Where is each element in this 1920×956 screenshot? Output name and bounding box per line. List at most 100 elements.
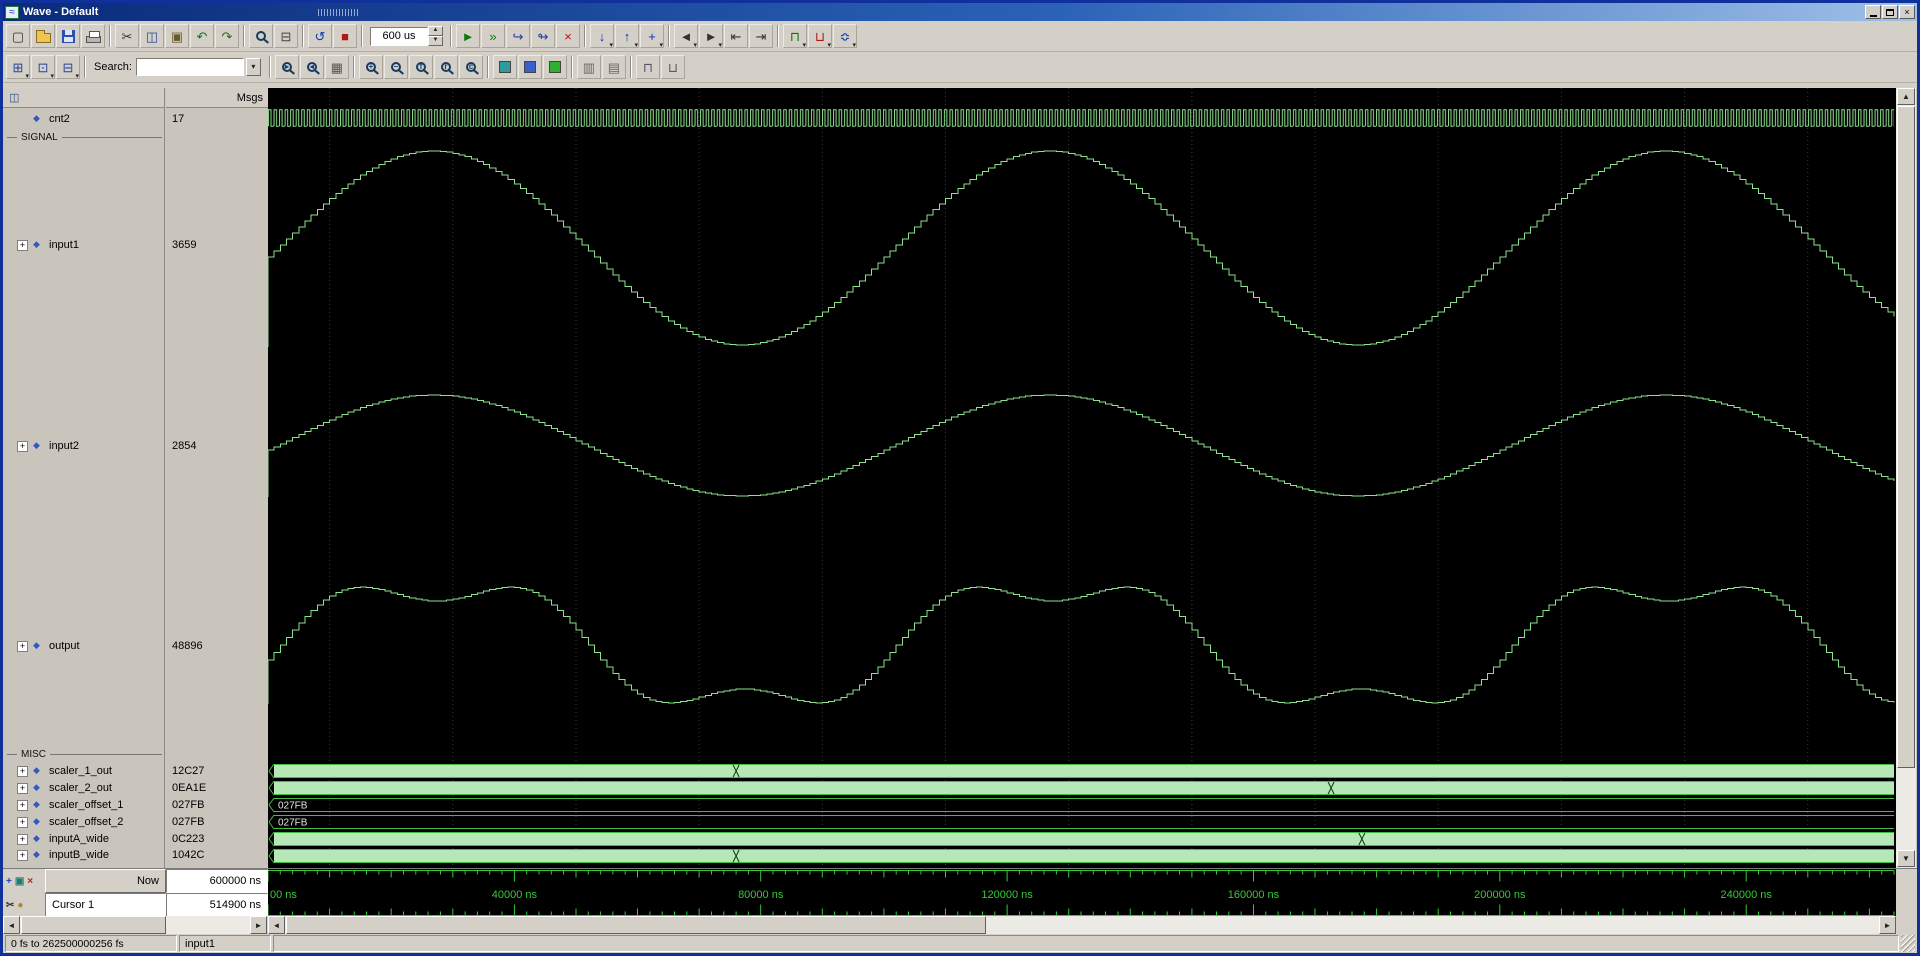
stop-simulation-button[interactable]: ■	[333, 24, 357, 48]
expand-scaler_1_out-button[interactable]: +	[17, 766, 28, 777]
scroll-left-icon[interactable]: ◄	[3, 916, 20, 934]
remove-mode-button[interactable]: ⊟	[56, 55, 80, 79]
cursor1-value[interactable]: 514900 ns	[166, 893, 268, 917]
edge-left-button[interactable]: ⊓	[636, 55, 660, 79]
signal-row-scaler_2_out[interactable]: +◆scaler_2_out	[3, 780, 164, 797]
redo-button[interactable]: ↷	[215, 24, 239, 48]
add-to-wave-button[interactable]: ⊞	[6, 55, 30, 79]
signal-row-input1[interactable]: +◆input1	[3, 237, 164, 254]
zoom-in-button[interactable]: +	[359, 55, 383, 79]
resize-grip[interactable]	[1901, 935, 1915, 952]
select-cursor-icon[interactable]: ▣	[15, 876, 24, 887]
expand-scaler_offset_2-button[interactable]: +	[17, 817, 28, 828]
cut-button[interactable]: ✂	[115, 24, 139, 48]
wave-cnt2[interactable]	[268, 109, 1894, 127]
zoom-cursor-button[interactable]: c	[459, 55, 483, 79]
signal-value-scaler_1_out[interactable]: 12C27	[172, 763, 267, 780]
pane-view-teal-button[interactable]	[493, 55, 517, 79]
paste-button[interactable]: ▣	[165, 24, 189, 48]
maximize-button[interactable]	[1882, 5, 1898, 19]
wave-scroll-thumb[interactable]	[286, 916, 986, 934]
titlebar[interactable]: ≈ Wave - Default ×	[3, 3, 1917, 21]
expand-input1-button[interactable]: +	[17, 240, 28, 251]
pane-view-blue-button[interactable]	[518, 55, 542, 79]
wave-scaler_2_out[interactable]	[269, 781, 1894, 795]
pane-view-green-button[interactable]	[543, 55, 567, 79]
signal-value-inputA_wide[interactable]: 0C223	[172, 831, 267, 848]
signal-row-output[interactable]: +◆output	[3, 638, 164, 655]
continue-run-button[interactable]: »	[481, 24, 505, 48]
signal-value-inputB_wide[interactable]: 1042C	[172, 847, 267, 864]
signal-value-cnt2[interactable]: 17	[172, 111, 267, 128]
timeline-ruler[interactable]: 00 ns40000 ns80000 ns120000 ns160000 ns2…	[268, 869, 1896, 917]
add-cursor-icon[interactable]: +	[6, 876, 12, 887]
run-button[interactable]: ►	[456, 24, 480, 48]
search-previous-button[interactable]: ◂	[300, 55, 324, 79]
jump-to-start-button[interactable]: ⇤	[724, 24, 748, 48]
run-length-field[interactable]: 600 us	[370, 27, 428, 46]
run-length-decrement-button[interactable]: ▼	[428, 36, 443, 46]
break-button[interactable]: ×	[556, 24, 580, 48]
signal-value-input2[interactable]: 2854	[172, 438, 267, 455]
names-column-header[interactable]: ◫	[3, 88, 164, 108]
insert-mode-button[interactable]: ⊡	[31, 55, 55, 79]
expand-view-button[interactable]: ▤	[602, 55, 626, 79]
titlebar-drag-handle[interactable]	[318, 9, 358, 16]
waveform-canvas[interactable]: 027FB027FB	[268, 88, 1896, 868]
any-edge-search-button[interactable]: ≎	[833, 24, 857, 48]
zoom-full-button[interactable]: f	[409, 55, 433, 79]
wave-vertical-scrollbar[interactable]: ▲ ▼	[1896, 88, 1916, 868]
run-length-increment-button[interactable]: ▲	[428, 26, 443, 36]
close-button[interactable]: ×	[1899, 5, 1915, 19]
signal-row-cnt2[interactable]: ◆cnt2	[3, 111, 164, 128]
expand-scaler_offset_1-button[interactable]: +	[17, 800, 28, 811]
scroll-right-icon[interactable]: ►	[250, 916, 267, 934]
new-document-button[interactable]: ▢	[6, 24, 30, 48]
previous-transition-button[interactable]: ↓	[590, 24, 614, 48]
search-next-button[interactable]: ▸	[275, 55, 299, 79]
wave-scroll-left-icon[interactable]: ◄	[268, 916, 285, 934]
undo-button[interactable]: ↶	[190, 24, 214, 48]
expand-output-button[interactable]: +	[17, 641, 28, 652]
names-horizontal-scrollbar[interactable]: ◄ ►	[3, 916, 267, 934]
delete-cursor-icon[interactable]: ×	[27, 876, 33, 887]
expand-scaler_2_out-button[interactable]: +	[17, 783, 28, 794]
scroll-up-icon[interactable]: ▲	[1897, 88, 1915, 105]
names-scroll-thumb[interactable]	[21, 916, 166, 934]
lock-cursor-icon[interactable]: ●	[17, 900, 23, 911]
search-options-button[interactable]: ▦	[325, 55, 349, 79]
restart-simulation-button[interactable]: ↺	[308, 24, 332, 48]
signal-row-scaler_offset_1[interactable]: +◆scaler_offset_1	[3, 797, 164, 814]
zoom-out-button[interactable]: −	[384, 55, 408, 79]
grid-settings-button[interactable]: ▥	[577, 55, 601, 79]
expand-input2-button[interactable]: +	[17, 441, 28, 452]
search-reverse-button[interactable]: ◄	[674, 24, 698, 48]
signal-value-input1[interactable]: 3659	[172, 237, 267, 254]
wave-scaler_1_out[interactable]	[269, 764, 1894, 778]
jump-to-end-button[interactable]: ⇥	[749, 24, 773, 48]
minimize-button[interactable]	[1865, 5, 1881, 19]
msgs-column-header[interactable]: Msgs	[166, 88, 269, 108]
rising-edge-search-button[interactable]: ⊓	[783, 24, 807, 48]
scroll-down-icon[interactable]: ▼	[1897, 850, 1915, 867]
copy-button[interactable]: ◫	[140, 24, 164, 48]
signal-row-input2[interactable]: +◆input2	[3, 438, 164, 455]
search-input[interactable]	[136, 58, 244, 76]
search-forward-button[interactable]: ►	[699, 24, 723, 48]
signal-value-scaler_2_out[interactable]: 0EA1E	[172, 780, 267, 797]
expand-inputA_wide-button[interactable]: +	[17, 834, 28, 845]
find-button[interactable]	[249, 24, 273, 48]
wave-inputA_wide[interactable]	[269, 832, 1894, 846]
signal-row-inputB_wide[interactable]: +◆inputB_wide	[3, 847, 164, 864]
signal-row-scaler_offset_2[interactable]: +◆scaler_offset_2	[3, 814, 164, 831]
signal-value-output[interactable]: 48896	[172, 638, 267, 655]
print-button[interactable]	[81, 24, 105, 48]
wave-inputB_wide[interactable]	[269, 849, 1894, 863]
signal-value-scaler_offset_1[interactable]: 027FB	[172, 797, 267, 814]
edge-right-button[interactable]: ⊔	[661, 55, 685, 79]
falling-edge-search-button[interactable]: ⊔	[808, 24, 832, 48]
search-history-dropdown-button[interactable]: ▾	[246, 58, 261, 76]
cursor1-label[interactable]: Cursor 1	[45, 893, 166, 917]
expand-inputB_wide-button[interactable]: +	[17, 850, 28, 861]
next-transition-button[interactable]: ↑	[615, 24, 639, 48]
